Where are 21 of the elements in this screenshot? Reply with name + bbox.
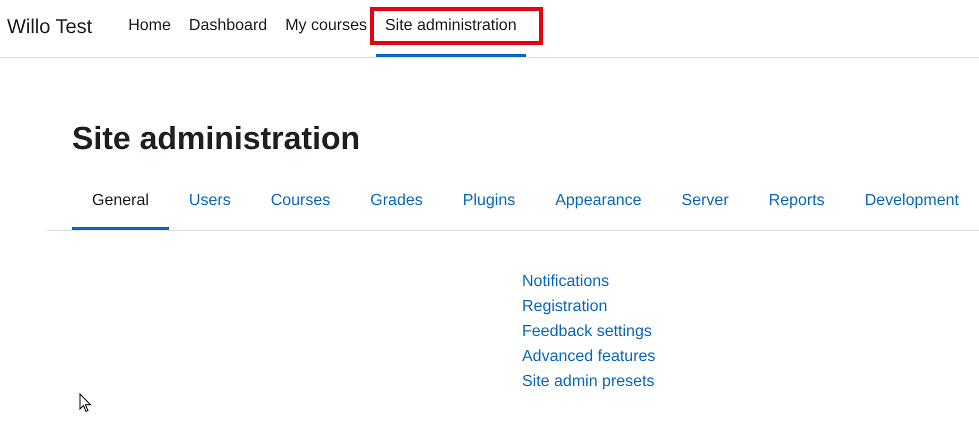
nav-link[interactable]: My courses (276, 0, 376, 57)
page-heading: Site administration (72, 119, 362, 158)
tab[interactable]: Users (168, 182, 251, 230)
cursor-icon (79, 393, 92, 413)
nav-link[interactable]: Site administration (376, 0, 526, 57)
tab[interactable]: Development (844, 182, 979, 230)
tab[interactable]: Appearance (535, 182, 662, 230)
admin-link[interactable]: Registration (522, 294, 608, 319)
admin-link[interactable]: Advanced features (522, 344, 656, 369)
admin-link[interactable]: Notifications (522, 269, 610, 294)
tab[interactable]: Grades (350, 182, 443, 230)
nav-link[interactable]: Home (119, 0, 180, 57)
admin-link[interactable]: Feedback settings (522, 319, 652, 344)
tab[interactable]: General (72, 182, 169, 230)
tab[interactable]: Reports (748, 182, 845, 230)
tab[interactable]: Courses (250, 182, 350, 230)
admin-link[interactable]: Site admin presets (522, 369, 655, 394)
site-name[interactable]: Willo Test (7, 12, 92, 42)
tab[interactable]: Plugins (442, 182, 536, 230)
nav-link[interactable]: Dashboard (180, 0, 276, 57)
tab[interactable]: Server (662, 182, 749, 230)
